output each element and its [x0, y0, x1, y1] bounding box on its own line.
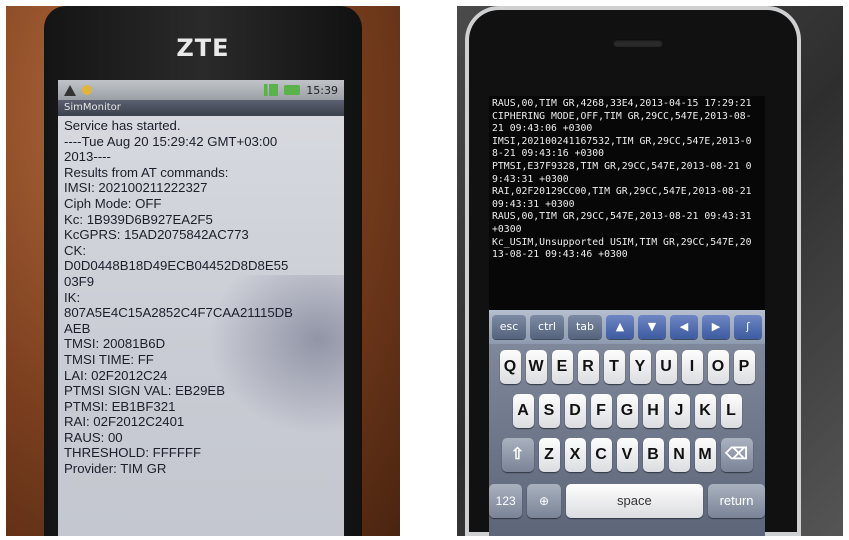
- terminal-line: 09:43:31 +0300: [492, 198, 575, 210]
- arrow-down-key[interactable]: ▼: [638, 315, 666, 339]
- right-photo-iphone: RAUS,00,TIM GR,4268,33E4,2013-04-15 17:2…: [457, 6, 843, 536]
- key-k[interactable]: K: [694, 394, 716, 428]
- status-time: 15:39: [306, 83, 338, 97]
- terminal-line: IMSI,202100241167532,TIM GR,29CC,547E,20…: [492, 135, 752, 147]
- brand-logo: ZTE: [176, 34, 230, 62]
- left-photo-android-phone: ZTE 15:39 SimMonitor Service has started…: [6, 6, 400, 536]
- key-o[interactable]: O: [707, 350, 729, 384]
- key-h[interactable]: H: [642, 394, 664, 428]
- keyboard-row-4: 123 ⊕ space return: [489, 484, 765, 518]
- key-g[interactable]: G: [616, 394, 638, 428]
- notification-dot-icon: [82, 85, 92, 95]
- output-line: PTMSI SIGN VAL: EB29EB: [64, 383, 225, 399]
- key-n[interactable]: N: [668, 438, 690, 472]
- key-v[interactable]: V: [616, 438, 638, 472]
- output-line: TMSI TIME: FF: [64, 351, 154, 367]
- output-line: 03F9: [64, 273, 95, 289]
- key-i[interactable]: I: [681, 350, 703, 384]
- terminal-line: 21 09:43:06 +0300: [492, 123, 593, 135]
- key-j[interactable]: J: [668, 394, 690, 428]
- output-line: 807A5E4C15A2852C4F7CAA21115DB: [64, 305, 293, 321]
- iphone-screen: RAUS,00,TIM GR,4268,33E4,2013-04-15 17:2…: [489, 96, 765, 536]
- earpiece-speaker: [613, 39, 663, 47]
- output-line: Kc: 1B939D6B927EA2F5: [64, 211, 213, 227]
- terminal-line: RAUS,00,TIM GR,4268,33E4,2013-04-15 17:2…: [492, 98, 752, 109]
- key-s[interactable]: S: [538, 394, 560, 428]
- key-w[interactable]: W: [525, 350, 547, 384]
- android-screen: 15:39 SimMonitor Service has started. ---…: [58, 80, 344, 536]
- keyboard-row-3: ⇧ Z X C V B N M ⌫: [489, 438, 765, 472]
- keyboard-row-2: ASDFGHJKL: [489, 394, 765, 428]
- key-q[interactable]: Q: [499, 350, 521, 384]
- output-line: IK:: [64, 289, 81, 305]
- output-line: D0D0448B18D49ECB04452D8D8E55: [64, 258, 289, 274]
- android-status-bar: 15:39: [58, 80, 344, 100]
- key-l[interactable]: L: [720, 394, 742, 428]
- globe-key[interactable]: ⊕: [527, 484, 561, 518]
- output-line: RAUS: 00: [64, 429, 123, 445]
- arrow-left-key[interactable]: ◀: [670, 315, 698, 339]
- output-line: Results from AT commands:: [64, 164, 229, 180]
- terminal-line: PTMSI,E37F9328,TIM GR,29CC,547E,2013-08-…: [492, 160, 752, 172]
- numbers-key[interactable]: 123: [489, 484, 523, 518]
- output-line: ----Tue Aug 20 15:29:42 GMT+03:00: [64, 133, 278, 149]
- key-e[interactable]: E: [551, 350, 573, 384]
- output-line: TMSI: 20081B6D: [64, 336, 166, 352]
- onscreen-keyboard: QWERTYUIOP ASDFGHJKL ⇧ Z X C V B N M ⌫ 123 ⊕ sp…: [489, 344, 765, 536]
- terminal-line: RAUS,00,TIM GR,29CC,547E,2013-08-21 09:4…: [492, 211, 752, 223]
- terminal-line: 9:43:31 +0300: [492, 173, 569, 185]
- battery-icon: [284, 85, 301, 95]
- return-key[interactable]: return: [708, 484, 765, 518]
- terminal-line: Kc_USIM,Unsupported USIM,TIM GR,29CC,547…: [492, 236, 752, 248]
- output-line: Provider: TIM GR: [64, 461, 167, 477]
- key-c[interactable]: C: [590, 438, 612, 472]
- output-line: PTMSI: EB1BF321: [64, 398, 176, 414]
- output-line: AEB: [64, 320, 91, 336]
- function-key[interactable]: ʃ: [734, 315, 762, 339]
- key-u[interactable]: U: [655, 350, 677, 384]
- key-r[interactable]: R: [577, 350, 599, 384]
- key-p[interactable]: P: [733, 350, 755, 384]
- output-line: THRESHOLD: FFFFFF: [64, 445, 201, 461]
- output-line: KcGPRS: 15AD2075842AC773: [64, 227, 249, 243]
- output-line: CK:: [64, 242, 86, 258]
- signal-icon: [264, 84, 279, 96]
- key-d[interactable]: D: [564, 394, 586, 428]
- key-b[interactable]: B: [642, 438, 664, 472]
- terminal-line: 8-21 09:43:16 +0300: [492, 148, 605, 160]
- key-m[interactable]: M: [694, 438, 716, 472]
- key-t[interactable]: T: [603, 350, 625, 384]
- terminal-key-toolbar: esc ctrl tab ▲ ▼ ◀ ▶ ʃ: [489, 310, 765, 344]
- arrow-up-key[interactable]: ▲: [606, 315, 634, 339]
- warning-icon: [64, 84, 76, 96]
- output-line: RAI: 02F2012C2401: [64, 414, 185, 430]
- arrow-right-key[interactable]: ▶: [702, 315, 730, 339]
- output-line: Service has started.: [64, 118, 181, 133]
- shift-key[interactable]: ⇧: [501, 438, 534, 472]
- key-a[interactable]: A: [512, 394, 534, 428]
- app-title-bar: SimMonitor: [58, 100, 344, 116]
- ctrl-key[interactable]: ctrl: [530, 315, 564, 339]
- terminal-line: 13-08-21 09:43:46 +0300: [492, 249, 628, 261]
- backspace-key[interactable]: ⌫: [720, 438, 753, 472]
- output-line: 2013----: [64, 149, 111, 165]
- space-key[interactable]: space: [565, 484, 704, 518]
- terminal-line: RAI,02F20129CC00,TIM GR,29CC,547E,2013-0…: [492, 186, 752, 198]
- output-line: Ciph Mode: OFF: [64, 195, 162, 211]
- output-line: LAI: 02F2012C24: [64, 367, 168, 383]
- terminal-line: +0300: [492, 223, 522, 235]
- key-z[interactable]: Z: [538, 438, 560, 472]
- output-line: IMSI: 202100211222327: [64, 180, 208, 196]
- key-x[interactable]: X: [564, 438, 586, 472]
- keyboard-row-1: QWERTYUIOP: [489, 350, 765, 384]
- tab-key[interactable]: tab: [568, 315, 602, 339]
- terminal-output: RAUS,00,TIM GR,4268,33E4,2013-04-15 17:2…: [489, 96, 765, 314]
- sim-monitor-output: Service has started. ----Tue Aug 20 15:29…: [58, 116, 344, 479]
- terminal-line: CIPHERING MODE,OFF,TIM GR,29CC,547E,2013…: [492, 110, 752, 122]
- esc-key[interactable]: esc: [492, 315, 526, 339]
- key-y[interactable]: Y: [629, 350, 651, 384]
- key-f[interactable]: F: [590, 394, 612, 428]
